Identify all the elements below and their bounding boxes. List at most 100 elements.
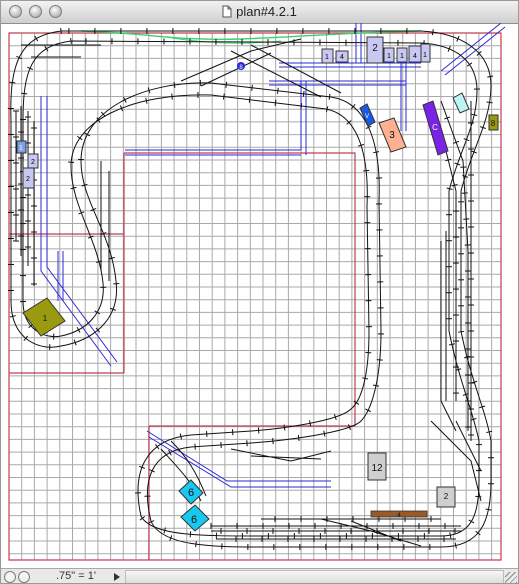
track-tie	[21, 92, 28, 95]
track-tie	[454, 542, 457, 549]
track-tie	[458, 330, 465, 333]
track-tie	[113, 282, 120, 285]
horizontal-scrollbar[interactable]	[125, 570, 504, 583]
zoom-out-icon[interactable]	[4, 571, 16, 583]
signal-left-top[interactable]: 1	[16, 140, 27, 154]
window-title-area: plan#4.2.1	[1, 4, 518, 19]
marker-8-top[interactable]: 8	[237, 62, 245, 71]
track-tie	[257, 427, 260, 434]
track-tie	[277, 87, 279, 94]
building-8-right[interactable]: 8	[488, 114, 499, 131]
track-tie	[362, 377, 369, 380]
track-tie	[373, 151, 380, 154]
signal-1-d[interactable]: 1	[420, 43, 431, 63]
track-tie	[68, 161, 75, 164]
track-plan[interactable]: 1 2 3 C 6 6 12 2 4 8 V 8 1 4 1 1 4 1 1 2…	[1, 22, 519, 568]
track-tie	[179, 433, 182, 440]
track-ties	[7, 27, 494, 550]
status-bar: .75" = 1'	[1, 568, 518, 583]
track-tie	[302, 90, 305, 97]
track-tie	[323, 430, 326, 437]
signal-4-b[interactable]: 4	[408, 45, 422, 63]
lower-yard-ladder	[320, 518, 422, 547]
track-tie	[225, 81, 228, 88]
track-tie	[372, 384, 380, 387]
signal-1-b[interactable]: 1	[383, 47, 395, 63]
window-title: plan#4.2.1	[236, 4, 297, 19]
track-tie	[171, 93, 173, 100]
building-1[interactable]: 1	[22, 297, 66, 337]
svg-text:8: 8	[491, 119, 496, 128]
building-2-lower[interactable]: 2	[436, 486, 456, 508]
wire-left-inner	[57, 251, 64, 301]
track-tie	[449, 532, 452, 539]
tracks	[10, 30, 492, 548]
svg-text:4: 4	[340, 54, 344, 61]
scale-label: .75" = 1'	[56, 570, 96, 582]
main-loop-outer	[10, 30, 492, 548]
svg-text:2: 2	[372, 43, 378, 54]
signal-2-a[interactable]: 2	[27, 153, 39, 169]
building-12[interactable]: 12	[367, 452, 387, 481]
lower-crossover	[230, 448, 332, 462]
svg-text:3: 3	[389, 130, 395, 141]
svg-text:6: 6	[188, 487, 194, 499]
track-tie	[445, 158, 452, 162]
track-tie	[466, 62, 473, 67]
track-tie	[70, 37, 72, 45]
svg-text:6: 6	[191, 514, 197, 526]
peninsula-spurs	[100, 161, 110, 281]
track-tie	[485, 508, 492, 511]
zoom-in-icon[interactable]	[18, 571, 30, 583]
track-tie	[487, 75, 494, 78]
app-window: plan#4.2.1 1 2 3 C 6 6 12 2 4 8 V 8 1 4 …	[0, 0, 519, 584]
track-tie	[251, 84, 253, 91]
signal-2-b[interactable]: 2	[22, 167, 35, 189]
track-tie	[363, 169, 370, 172]
track-tie	[154, 444, 160, 450]
svg-text:1: 1	[19, 145, 23, 152]
track-tie	[195, 541, 197, 548]
track-tie	[471, 113, 478, 116]
svg-text:1: 1	[400, 53, 404, 60]
document-icon	[222, 5, 232, 18]
track-tie	[328, 93, 331, 100]
svg-text:12: 12	[371, 463, 383, 474]
signal-4-a[interactable]: 4	[335, 50, 349, 63]
building-2-top[interactable]: 2	[366, 36, 384, 64]
signal-1-c[interactable]: 1	[396, 47, 408, 63]
top-left-sidings	[21, 44, 101, 58]
lower-boundary	[148, 425, 355, 560]
svg-text:C: C	[432, 123, 438, 132]
left-yard	[15, 106, 35, 286]
inner-boundary	[124, 152, 356, 426]
svg-text:1: 1	[325, 54, 329, 61]
track-tie	[9, 81, 16, 84]
track-tie	[468, 519, 475, 524]
svg-text:1: 1	[423, 52, 427, 59]
track-tie	[70, 186, 77, 190]
track-tie	[376, 359, 383, 361]
resize-grip-icon[interactable]	[505, 572, 517, 583]
svg-text:2: 2	[444, 492, 449, 501]
track-tie	[272, 438, 274, 445]
title-bar[interactable]: plan#4.2.1	[1, 1, 518, 24]
scale-menu-arrow-icon[interactable]	[114, 573, 120, 581]
track-tie	[297, 434, 300, 441]
svg-text:2: 2	[26, 176, 30, 183]
layout-canvas[interactable]: 1 2 3 C 6 6 12 2 4 8 V 8 1 4 1 1 4 1 1 2…	[1, 22, 519, 568]
track-tie	[431, 29, 434, 36]
svg-text:V: V	[365, 114, 369, 120]
track-tie	[475, 495, 482, 498]
svg-text:2: 2	[31, 159, 35, 166]
svg-text:1: 1	[387, 53, 391, 60]
track-tie	[145, 97, 148, 104]
wire-upper-mid	[269, 80, 406, 86]
building-6-lower[interactable]: 6	[180, 504, 210, 532]
svg-text:4: 4	[413, 53, 417, 60]
svg-text:1: 1	[43, 314, 48, 323]
building-v[interactable]: V	[359, 103, 376, 127]
track-tie	[77, 135, 83, 141]
main-loop-inner	[22, 40, 480, 537]
signal-1-a[interactable]: 1	[321, 48, 334, 64]
